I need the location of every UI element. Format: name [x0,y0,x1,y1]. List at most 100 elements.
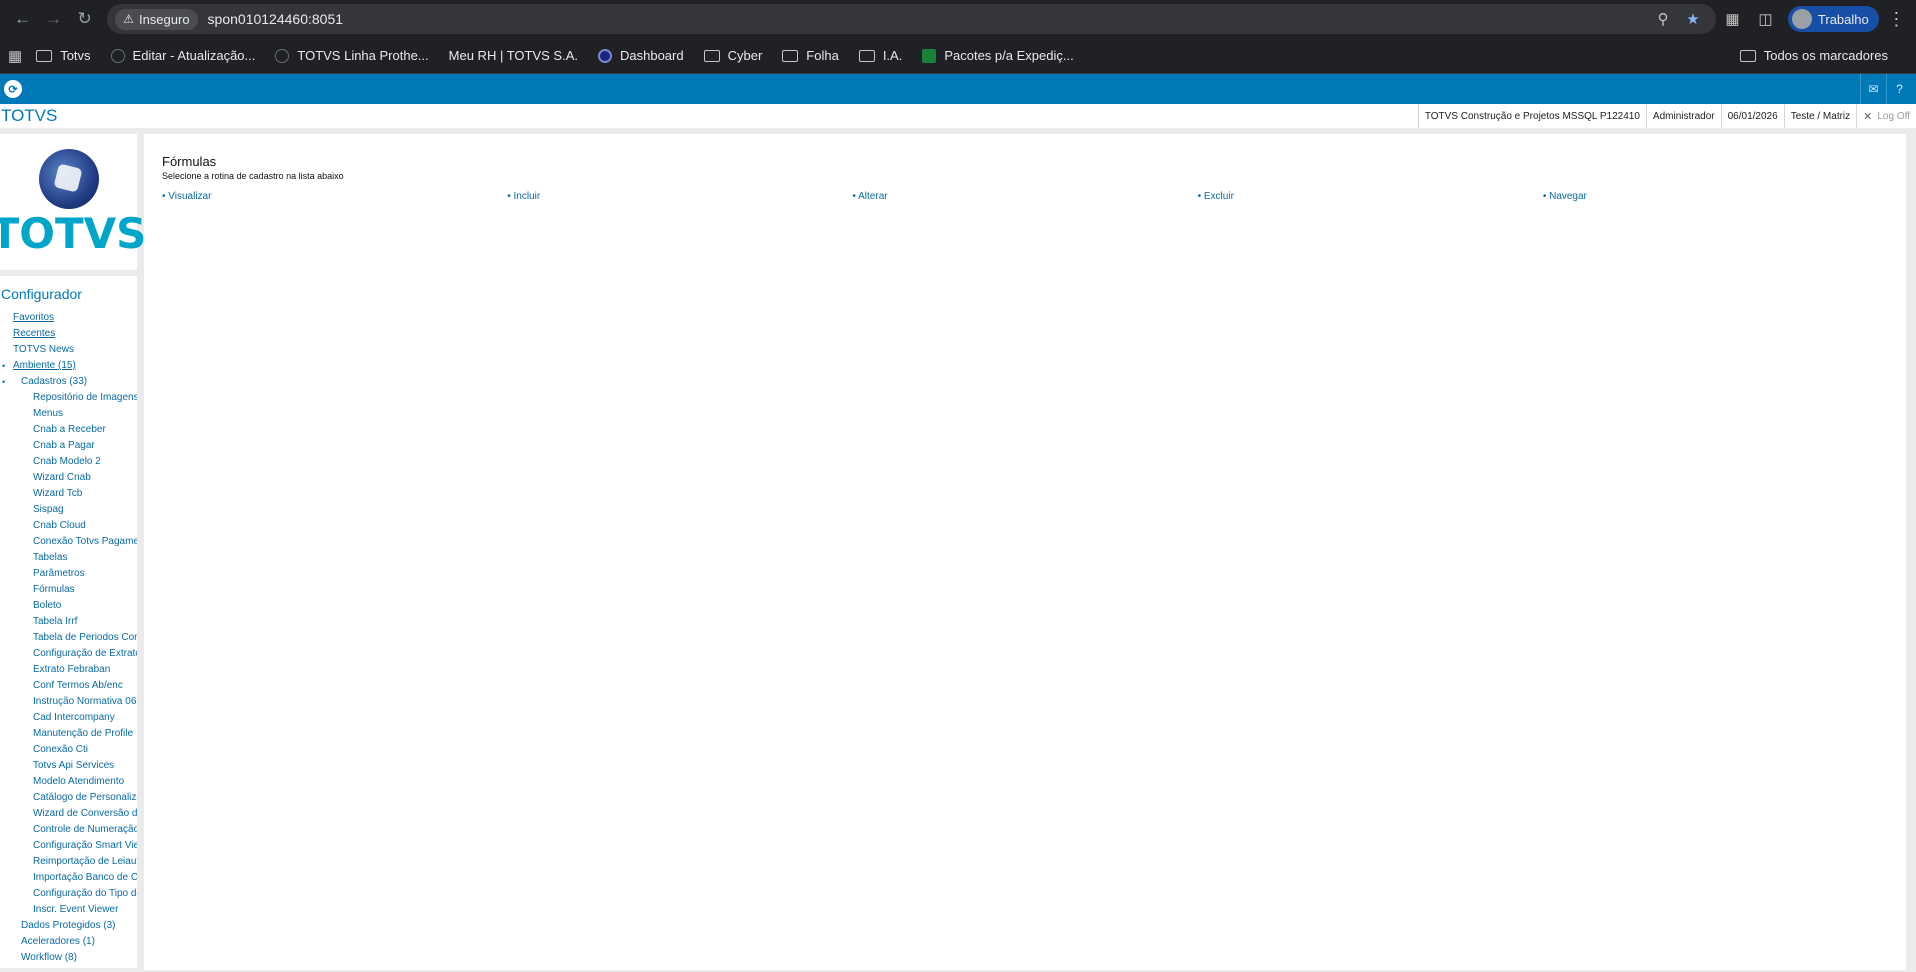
list-item[interactable]: Cad Intercompany [0,710,137,726]
mail-icon[interactable]: ✉ [1860,74,1886,104]
user-info: Administrador [1645,104,1721,128]
app-header: TOTVS TOTVS Construção e Projetos MSSQL … [0,104,1916,128]
bookmark-editar[interactable]: Editar - Atualização... [110,48,256,63]
list-item[interactable]: Sispag [0,502,137,518]
bookmark-totvs-linha[interactable]: TOTVS Linha Prothe... [275,48,429,63]
bookmark-label: I.A. [882,48,903,63]
bookmark-star-icon[interactable]: ★ [1678,10,1708,28]
menu-favoritos[interactable]: Favoritos [0,310,137,326]
menu-cadastros-label: Cadastros (33) [21,376,88,387]
folder-icon [703,49,720,62]
list-item[interactable]: Tabela Irrf [0,614,137,630]
help-icon[interactable]: ? [1886,74,1912,104]
url-text[interactable]: spon010124460:8051 [208,11,1648,27]
list-item[interactable]: Extrato Febraban [0,662,137,678]
bookmark-totvs[interactable]: Totvs [36,48,91,63]
list-item[interactable]: Parâmetros [0,566,137,582]
bookmark-label: Editar - Atualização... [132,48,256,63]
extensions-icon[interactable]: ◫ [1749,10,1782,28]
list-item[interactable]: Catálogo de Personalização [0,790,137,806]
alterar-link[interactable]: • Alterar [852,191,1197,202]
excluir-link[interactable]: • Excluir [1198,191,1543,202]
more-menu-icon[interactable]: ⋮ [1885,9,1908,30]
menu-aceleradores[interactable]: Aceleradores (1) [0,934,137,950]
folder-icon [858,49,875,62]
list-item[interactable]: Controle de Numeração [0,822,137,838]
list-item[interactable]: Tabela de Periodos Contabeis [0,630,137,646]
bookmark-cyber[interactable]: Cyber [703,48,762,63]
list-item[interactable]: Configuração de Extratos [0,646,137,662]
bookmark-dashboard[interactable]: Dashboard [597,48,684,63]
list-item[interactable]: Instrução Normativa 068 [0,694,137,710]
forward-icon[interactable]: → [39,4,68,34]
bookmark-label: Dashboard [619,48,684,63]
back-icon[interactable]: ← [8,4,37,34]
list-item[interactable]: Tabelas [0,550,137,566]
sheets-icon [922,48,937,63]
menu-workflow[interactable]: Workflow (8) [0,950,137,966]
menu-ambiente[interactable]: • Ambiente (15) [0,358,137,374]
menu-dados-protegidos[interactable]: Dados Protegidos (3) [0,918,137,934]
address-bar[interactable]: ⚠ Inseguro spon010124460:8051 ⚲ ★ [107,4,1717,34]
list-item[interactable]: Conexão Cti [0,742,137,758]
list-item[interactable]: Menus [0,406,137,422]
all-bookmarks-label: Todos os marcadores [1763,48,1888,63]
cadastros-list: Repositório de Imagens Menus Cnab a Rece… [0,390,137,918]
list-item[interactable]: Manutenção de Profile [0,726,137,742]
profile-button[interactable]: Trabalho [1787,6,1879,32]
app-body: TOTVS Configurador Favoritos Recentes TO… [0,128,1916,970]
visualizar-link[interactable]: • Visualizar [162,191,507,202]
page-subtitle: Selecione a rotina de cadastro na lista … [162,171,344,181]
bookmark-label: TOTVS Linha Prothe... [297,48,429,63]
bookmark-folha[interactable]: Folha [782,48,839,63]
qr-code-icon[interactable]: ▦ [1716,10,1749,28]
list-item[interactable]: Boleto [0,598,137,614]
list-item[interactable]: Inscr. Event Viewer [0,902,137,918]
list-item[interactable]: Modelo Atendimento [0,774,137,790]
list-item[interactable]: Wizard de Conversão de [0,806,137,822]
bookmark-pacotes[interactable]: Pacotes p/a Expediç... [922,48,1074,63]
list-item[interactable]: Conf Termos Ab/enc [0,678,137,694]
menu-totvs-news[interactable]: TOTVS News [0,342,137,358]
list-item[interactable]: Reimportação de Leiaute [0,854,137,870]
bookmark-meu-rh[interactable]: Meu RH | TOTVS S.A. [449,48,578,63]
security-chip[interactable]: ⚠ Inseguro [115,8,198,30]
all-bookmarks[interactable]: Todos os marcadores [1739,48,1888,63]
list-item[interactable]: Repositório de Imagens [0,390,137,406]
menu-title: Configurador [1,286,82,302]
security-label: Inseguro [138,11,190,27]
list-item[interactable]: Wizard Cnab [0,470,137,486]
avatar [1791,9,1812,29]
list-item[interactable]: Configuração Smart View [0,838,137,854]
list-item[interactable]: Cnab a Receber [0,422,137,438]
list-item[interactable]: Wizard Tcb [0,486,137,502]
menu-ambiente-label: Ambiente (15) [13,360,76,371]
zoom-icon[interactable]: ⚲ [1648,10,1678,28]
warning-icon: ⚠ [123,12,134,26]
navegar-link[interactable]: • Navegar [1543,191,1888,202]
logo-panel: TOTVS [0,134,146,270]
profile-name: Trabalho [1817,11,1869,27]
bookmark-label: Pacotes p/a Expediç... [944,48,1074,63]
branch-info: Teste / Matriz [1783,104,1856,128]
list-item[interactable]: Fórmulas [0,582,137,598]
list-item[interactable]: Totvs Api Services [0,758,137,774]
logoff-button[interactable]: ✕ Log Off [1856,104,1916,128]
list-item[interactable]: Conexão Totvs Pagamentos [0,534,137,550]
reload-icon[interactable]: ↻ [70,4,99,34]
incluir-link[interactable]: • Incluir [507,191,852,202]
list-item[interactable]: Configuração do Tipo de [0,886,137,902]
menu-recentes[interactable]: Recentes [0,326,137,342]
list-item[interactable]: Cnab Modelo 2 [0,454,137,470]
logoff-label: Log Off [1877,110,1910,122]
list-item[interactable]: Cnab Cloud [0,518,137,534]
bookmark-ia[interactable]: I.A. [858,48,903,63]
list-item[interactable]: Importação Banco de Conhecimento [0,870,137,886]
globe-icon [110,48,125,63]
menu-panel: Configurador Favoritos Recentes TOTVS Ne… [0,276,137,968]
apps-grid-icon[interactable]: ▦ [8,47,22,65]
list-item[interactable]: Cnab a Pagar [0,438,137,454]
date-info: 06/01/2026 [1720,104,1784,128]
totvs-small-logo-icon[interactable]: ⟳ [4,80,22,98]
menu-cadastros[interactable]: • Cadastros (33) [0,374,137,390]
